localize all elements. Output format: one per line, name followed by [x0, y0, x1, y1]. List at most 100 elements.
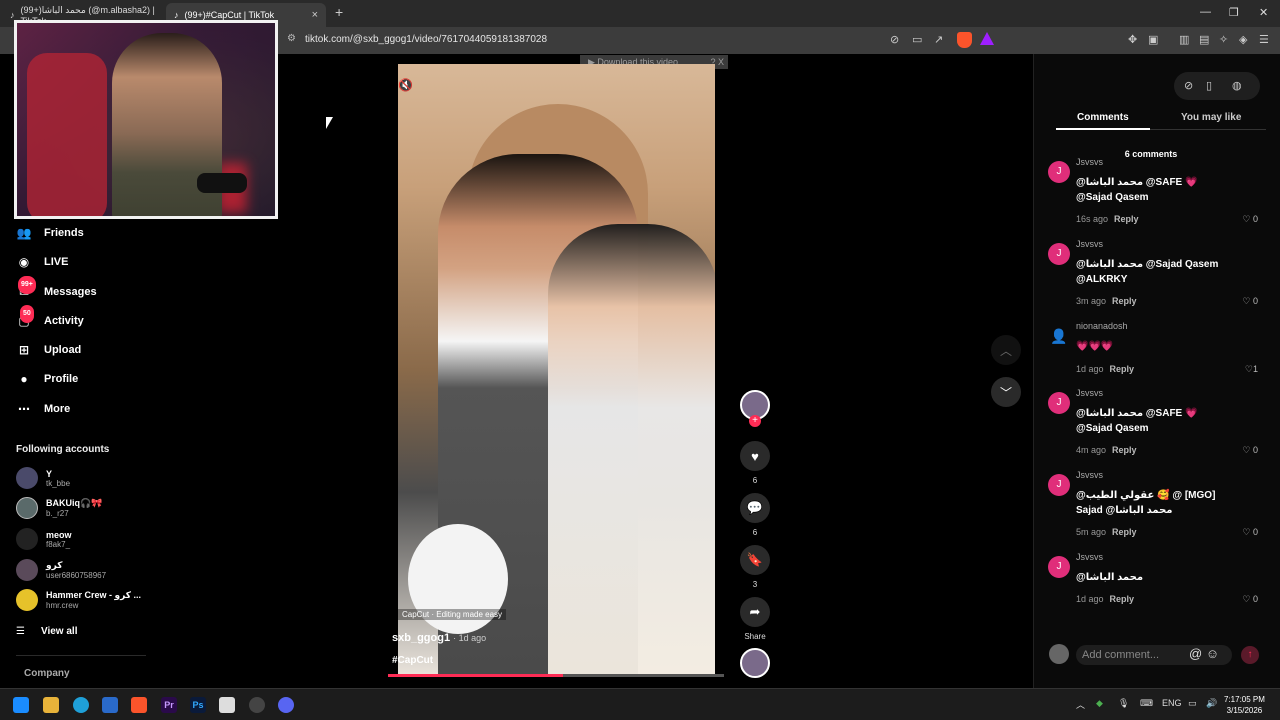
store-icon[interactable]: [102, 697, 118, 713]
comment-username[interactable]: Jsvsvs: [1076, 388, 1103, 398]
reply-button[interactable]: Reply: [1114, 214, 1139, 224]
keyboard-icon[interactable]: ⌨: [1140, 698, 1153, 709]
video-hashtag[interactable]: #CapCut: [392, 655, 433, 666]
default-avatar-icon[interactable]: 👤: [1048, 325, 1070, 347]
file-explorer-icon[interactable]: [43, 697, 59, 713]
like-button[interactable]: ♥: [740, 441, 770, 471]
clock[interactable]: 7:17:05 PM 3/15/2026: [1224, 694, 1265, 716]
share-icon[interactable]: ↗: [934, 33, 943, 46]
save-button[interactable]: 🔖: [740, 545, 770, 575]
comment-like-button[interactable]: ♡ 0: [1242, 214, 1258, 225]
language-indicator[interactable]: ENG: [1162, 698, 1182, 708]
compass-icon[interactable]: ⊘: [1184, 79, 1193, 92]
video-author[interactable]: sxb_ggog1 · 1d ago: [392, 632, 486, 644]
view-all-link[interactable]: ☰ View all: [16, 626, 77, 637]
tab-close-icon[interactable]: ×: [312, 9, 318, 21]
volume-icon[interactable]: 🔊: [1206, 698, 1217, 709]
sidebar-item-live[interactable]: ◉ LIVE: [16, 254, 69, 270]
premiere-icon[interactable]: Pr: [161, 697, 177, 713]
share-button[interactable]: ➦: [740, 597, 770, 627]
mute-icon[interactable]: 🔇: [398, 78, 413, 92]
vpn-icon[interactable]: ◈: [1239, 33, 1247, 46]
follow-plus-icon[interactable]: +: [749, 415, 761, 427]
live-icon: ◉: [18, 255, 30, 269]
tab-comments[interactable]: Comments: [1077, 112, 1129, 123]
sidebar-item-upload[interactable]: ⊞ Upload: [16, 342, 81, 358]
comment-like-button[interactable]: ♡ 0: [1242, 445, 1258, 456]
comment-username[interactable]: nionanadosh: [1076, 321, 1128, 331]
screenshot-icon[interactable]: ▣: [1148, 33, 1158, 46]
app-icon[interactable]: [219, 697, 235, 713]
minimize-icon[interactable]: —: [1200, 6, 1211, 18]
emoji-icon[interactable]: ☺: [1206, 646, 1219, 661]
sidebar-toggle-icon[interactable]: ▥: [1179, 33, 1189, 46]
cast-icon[interactable]: ▭: [912, 33, 922, 46]
post-comment-button[interactable]: ↑: [1241, 646, 1259, 664]
comment-like-button[interactable]: ♡ 0: [1242, 527, 1258, 538]
following-account[interactable]: Hammer Crew - كرو ... hmr.crew: [16, 589, 141, 611]
url-text[interactable]: tiktok.com/@sxb_ggog1/video/761704405918…: [305, 34, 547, 45]
photoshop-icon[interactable]: Ps: [190, 697, 206, 713]
sidebar-item-more[interactable]: ⋯ More: [16, 401, 70, 417]
comment-username[interactable]: Jsvsvs: [1076, 552, 1103, 562]
video-player[interactable]: [398, 64, 715, 676]
microphone-icon[interactable]: 🎙: [1118, 698, 1129, 709]
previous-video-button[interactable]: ︿: [991, 335, 1021, 365]
reply-button[interactable]: Reply: [1112, 527, 1137, 537]
tray-chevron-icon[interactable]: ︿: [1076, 698, 1085, 711]
avatar[interactable]: J: [1048, 392, 1070, 414]
comment-username[interactable]: Jsvsvs: [1076, 239, 1103, 249]
sound-avatar[interactable]: [740, 648, 770, 678]
avatar[interactable]: J: [1048, 161, 1070, 183]
comment-like-button[interactable]: ♡ 0: [1242, 594, 1258, 605]
company-link[interactable]: Company: [24, 668, 70, 679]
brave-shield-icon[interactable]: [957, 32, 972, 48]
obs-icon[interactable]: [249, 697, 265, 713]
next-video-button[interactable]: ﹀: [991, 377, 1021, 407]
comment-meta: 3m ago Reply: [1076, 296, 1137, 306]
user-avatar-icon[interactable]: ◍: [1232, 79, 1242, 92]
edge-icon[interactable]: [73, 697, 89, 713]
reply-button[interactable]: Reply: [1110, 594, 1135, 604]
reply-button[interactable]: Reply: [1110, 364, 1135, 374]
leo-ai-icon[interactable]: ✧: [1219, 33, 1228, 46]
reply-button[interactable]: Reply: [1112, 445, 1137, 455]
network-icon[interactable]: ▭: [1188, 698, 1197, 709]
comment-like-button[interactable]: ♡1: [1245, 364, 1258, 375]
phone-icon[interactable]: ▯: [1206, 79, 1212, 92]
sidebar-item-profile[interactable]: ● Profile: [16, 371, 78, 387]
following-account[interactable]: meow f8ak7_: [16, 528, 72, 550]
close-window-icon[interactable]: ✕: [1259, 6, 1268, 19]
brave-icon[interactable]: [131, 697, 147, 713]
wallet-icon[interactable]: ▤: [1199, 33, 1209, 46]
discord-icon[interactable]: [278, 697, 294, 713]
comment-like-button[interactable]: ♡ 0: [1242, 296, 1258, 307]
new-tab-button[interactable]: +: [335, 4, 343, 20]
windows-start-icon[interactable]: [13, 697, 29, 713]
following-account[interactable]: كرو user6860758967: [16, 559, 106, 581]
menu-icon[interactable]: ☰: [1259, 33, 1269, 46]
comment-username[interactable]: Jsvsvs: [1076, 470, 1103, 480]
reply-button[interactable]: Reply: [1112, 296, 1137, 306]
comment-username[interactable]: Jsvsvs: [1076, 157, 1103, 167]
avatar[interactable]: J: [1048, 243, 1070, 265]
following-account[interactable]: Ytk_bbe: [16, 467, 70, 489]
avatar[interactable]: J: [1048, 556, 1070, 578]
sidebar-item-friends[interactable]: 👥 Friends: [16, 225, 84, 241]
no-translate-icon[interactable]: ⊘: [890, 33, 899, 46]
following-account[interactable]: BAKUiq🎧🎀 b._r27: [16, 497, 102, 519]
tray-app-icon[interactable]: ◆: [1096, 698, 1103, 709]
video-progress-bar[interactable]: [388, 674, 724, 677]
comment-button[interactable]: 💬: [740, 493, 770, 523]
restore-icon[interactable]: ❐: [1229, 6, 1239, 19]
tab-you-may-like[interactable]: You may like: [1181, 112, 1241, 123]
extensions-icon[interactable]: ✥: [1128, 33, 1137, 46]
site-settings-icon[interactable]: ⚙: [287, 33, 296, 44]
avatar[interactable]: J: [1048, 474, 1070, 496]
sidebar-item-messages[interactable]: ✉99+ Messages: [16, 276, 97, 300]
capcut-tag[interactable]: CapCut · Editing made easy: [398, 609, 507, 620]
brave-rewards-icon[interactable]: [980, 32, 994, 45]
sidebar-item-activity[interactable]: ▢50 Activity: [16, 305, 84, 329]
my-avatar[interactable]: [1049, 644, 1069, 664]
mention-icon[interactable]: @: [1189, 646, 1202, 661]
